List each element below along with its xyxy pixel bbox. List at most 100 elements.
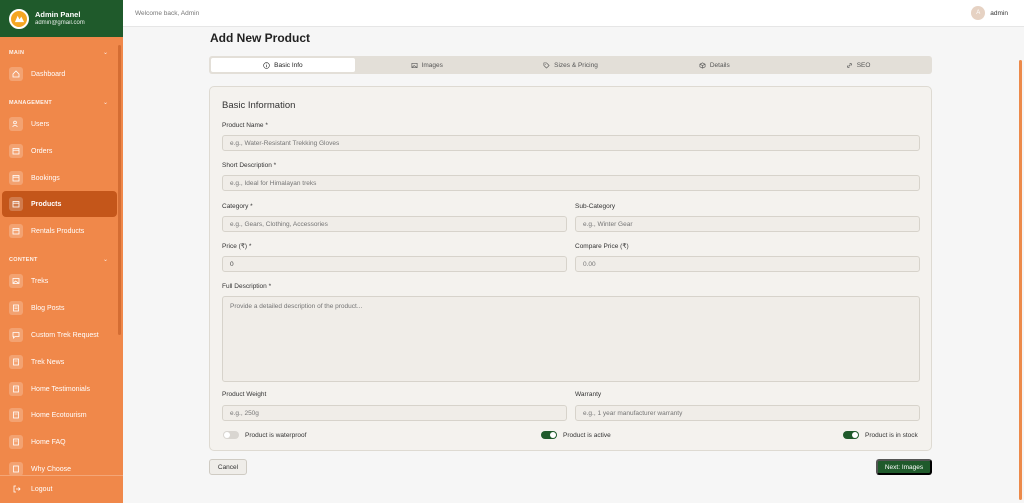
waterproof-toggle-row: Product is waterproof — [223, 431, 306, 439]
sidebar-item-products[interactable]: Products — [2, 191, 117, 217]
price-input[interactable] — [222, 256, 567, 272]
price-label: Price (₹) * — [222, 243, 252, 250]
sidebar-item-label: Home FAQ — [31, 438, 66, 446]
calendar-icon — [9, 171, 23, 185]
sidebar-item-label: Custom Trek Request — [31, 331, 99, 339]
sub-category-input[interactable] — [575, 216, 920, 232]
category-label: Category * — [222, 203, 253, 210]
full-description-label: Full Description * — [222, 283, 272, 290]
section-main: MAIN — [9, 50, 25, 56]
home-icon — [9, 67, 23, 81]
sidebar: Admin Panel admin@gmail.com MAIN ⌄ Dashb… — [0, 0, 123, 503]
sidebar-item-label: Bookings — [31, 174, 60, 182]
document-icon — [9, 435, 23, 449]
sidebar-item-bookings[interactable]: Bookings — [2, 165, 117, 191]
in-stock-toggle-label: Product is in stock — [865, 431, 918, 439]
active-toggle[interactable] — [541, 431, 557, 439]
users-icon — [9, 117, 23, 131]
sidebar-scrollbar[interactable] — [118, 45, 121, 335]
document-icon — [9, 355, 23, 369]
section-management: MANAGEMENT — [9, 100, 53, 106]
short-description-input[interactable] — [222, 175, 920, 191]
chevron-down-icon[interactable]: ⌄ — [103, 49, 108, 56]
topbar: Welcome back, Admin A admin — [123, 0, 1024, 27]
sidebar-item-dashboard[interactable]: Dashboard — [2, 61, 117, 87]
full-description-textarea[interactable] — [222, 296, 920, 382]
sidebar-item-label: Blog Posts — [31, 304, 65, 312]
sidebar-item-label: Users — [31, 120, 50, 128]
sidebar-item-label: Dashboard — [31, 70, 66, 78]
brand-logo-icon — [9, 8, 29, 29]
sidebar-item-label: Orders — [31, 147, 53, 155]
sidebar-item-treks[interactable]: Treks — [2, 268, 117, 294]
box-icon — [699, 62, 706, 68]
logout-icon — [13, 485, 21, 495]
tab-sizes-pricing[interactable]: Sizes & Pricing — [499, 58, 643, 72]
sidebar-item-orders[interactable]: Orders — [2, 138, 117, 164]
form-tabs: Basic Info Images Sizes & Pricing Detail… — [209, 56, 932, 74]
sidebar-item-users[interactable]: Users — [2, 111, 117, 137]
category-input[interactable] — [222, 216, 567, 232]
product-name-input[interactable] — [222, 135, 920, 151]
sidebar-item-label: Treks — [31, 277, 49, 285]
tab-basic-info[interactable]: Basic Info — [211, 58, 355, 72]
sidebar-item-trek-news[interactable]: Trek News — [2, 349, 117, 375]
tab-label: Basic Info — [274, 61, 303, 69]
cancel-button[interactable]: Cancel — [209, 459, 247, 475]
avatar: A — [971, 6, 986, 20]
warranty-label: Warranty — [575, 391, 602, 398]
page-title: Add New Product — [210, 31, 311, 45]
info-icon — [263, 61, 270, 69]
image-icon — [9, 274, 23, 288]
warranty-input[interactable] — [575, 405, 920, 421]
in-stock-toggle-row: Product is in stock — [843, 431, 918, 439]
section-content: CONTENT — [9, 257, 38, 263]
chat-icon — [9, 328, 23, 342]
sidebar-item-home-testimonials[interactable]: Home Testimonials — [2, 376, 117, 402]
waterproof-toggle-label: Product is waterproof — [245, 431, 307, 439]
sidebar-item-home-faq[interactable]: Home FAQ — [2, 429, 117, 455]
user-name: admin — [990, 9, 1008, 17]
page-scrollbar[interactable] — [1019, 60, 1022, 500]
waterproof-toggle[interactable] — [223, 431, 239, 439]
sidebar-item-custom-trek-request[interactable]: Custom Trek Request — [2, 322, 117, 348]
chevron-down-icon[interactable]: ⌄ — [103, 256, 108, 263]
sub-category-label: Sub-Category — [575, 203, 616, 210]
product-weight-label: Product Weight — [222, 391, 267, 398]
sidebar-item-label: Why Choose — [31, 465, 72, 473]
next-images-button[interactable]: Next: Images — [876, 459, 932, 475]
tab-label: SEO — [856, 61, 871, 69]
active-toggle-row: Product is active — [541, 431, 611, 439]
document-icon — [9, 408, 23, 422]
product-weight-input[interactable] — [222, 405, 567, 421]
image-icon — [411, 62, 417, 68]
tab-label: Details — [709, 61, 730, 69]
sidebar-item-label: Trek News — [31, 358, 65, 366]
calendar-icon — [9, 224, 23, 238]
sidebar-item-rentals-products[interactable]: Rentals Products — [2, 218, 117, 244]
in-stock-toggle[interactable] — [843, 431, 859, 439]
tab-images[interactable]: Images — [355, 58, 499, 72]
compare-price-label: Compare Price (₹) — [575, 243, 629, 250]
tab-label: Images — [421, 61, 443, 69]
welcome-text: Welcome back, Admin — [135, 10, 200, 17]
sidebar-item-blog-posts[interactable]: Blog Posts — [2, 295, 117, 321]
tab-label: Sizes & Pricing — [554, 61, 598, 69]
short-description-label: Short Description * — [222, 162, 277, 169]
card-title: Basic Information — [222, 100, 296, 111]
sidebar-item-label: Home Testimonials — [31, 385, 91, 393]
logout-button[interactable]: Logout — [0, 475, 123, 503]
sidebar-header: Admin Panel admin@gmail.com — [0, 0, 123, 37]
sidebar-item-label: Products — [31, 200, 62, 208]
tab-seo[interactable]: SEO — [786, 58, 930, 72]
chevron-down-icon[interactable]: ⌄ — [103, 99, 108, 106]
link-icon — [846, 62, 852, 68]
sidebar-title: Admin Panel — [35, 10, 81, 19]
sidebar-email: admin@gmail.com — [35, 20, 85, 26]
active-toggle-label: Product is active — [563, 431, 611, 439]
tab-details[interactable]: Details — [642, 58, 786, 72]
user-menu[interactable]: A admin — [971, 6, 1008, 20]
compare-price-input[interactable] — [575, 256, 920, 272]
logout-label: Logout — [31, 486, 53, 493]
sidebar-item-home-ecotourism[interactable]: Home Ecotourism — [2, 402, 117, 428]
